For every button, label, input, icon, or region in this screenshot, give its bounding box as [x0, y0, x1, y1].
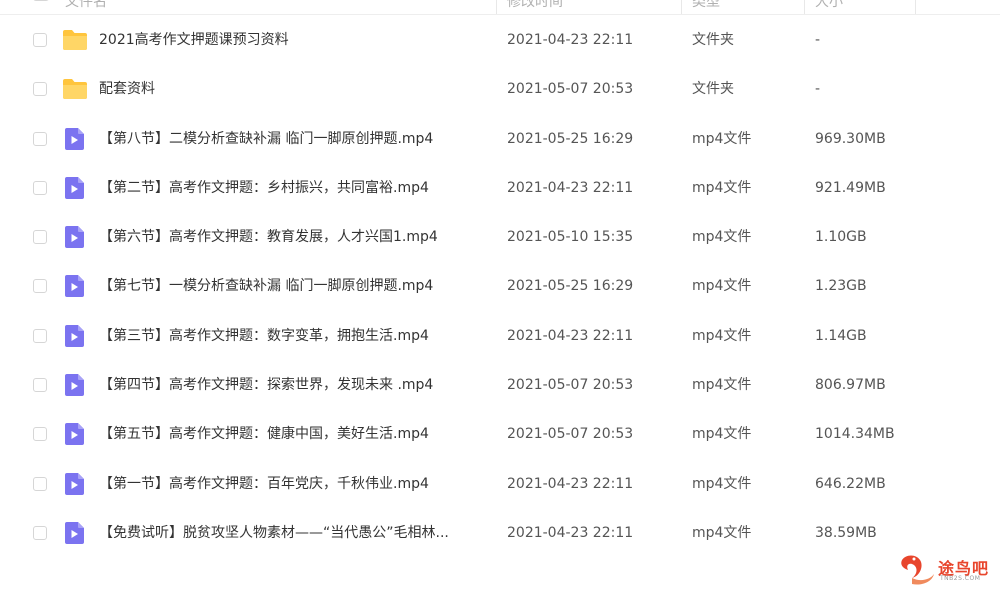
file-row[interactable]: 【第四节】高考作文押题：探索世界，发现未来 .mp4 2021-05-07 20:… [0, 361, 1000, 410]
file-name[interactable]: 【第二节】高考作文押题：乡村振兴，共同富裕.mp4 [99, 179, 494, 197]
file-row[interactable]: 2021高考作文押题课预习资料 2021-04-23 22:11 文件夹 - [0, 16, 1000, 65]
file-size: 1.14GB [815, 327, 867, 344]
column-header-size[interactable]: 大小 [815, 0, 843, 14]
column-divider[interactable] [915, 0, 916, 14]
file-row[interactable]: 【第八节】二模分析查缺补漏 临门一脚原创押题.mp4 2021-05-25 16:… [0, 115, 1000, 164]
row-checkbox[interactable] [33, 476, 47, 491]
file-list-page: 文件名 修改时间 类型 大小 2021高考作文押题课预习资料 2021-04-23… [0, 0, 1000, 591]
row-checkbox[interactable] [33, 230, 47, 245]
video-file-icon [62, 521, 88, 545]
file-name[interactable]: 【第六节】高考作文押题：教育发展，人才兴国1.mp4 [99, 228, 494, 246]
file-size: 1.10GB [815, 229, 867, 246]
file-size: 38.59MB [815, 524, 877, 541]
folder-icon [62, 77, 88, 101]
file-type: mp4文件 [692, 278, 752, 295]
folder-icon [62, 28, 88, 52]
video-file-icon [62, 274, 88, 298]
file-name[interactable]: 【免费试听】脱贫攻坚人物素材——“当代愚公”毛相林... [99, 524, 494, 542]
file-modified-time: 2021-05-07 20:53 [507, 81, 634, 98]
file-size: 921.49MB [815, 179, 886, 196]
video-file-icon [62, 176, 88, 200]
file-row[interactable]: 【第一节】高考作文押题：百年党庆，千秋伟业.mp4 2021-04-23 22:1… [0, 460, 1000, 509]
file-size: 646.22MB [815, 475, 886, 492]
row-checkbox[interactable] [33, 328, 47, 343]
file-name[interactable]: 【第四节】高考作文押题：探索世界，发现未来 .mp4 [99, 376, 494, 394]
video-file-icon [62, 127, 88, 151]
file-type: mp4文件 [692, 130, 752, 147]
file-size: 969.30MB [815, 130, 886, 147]
file-name[interactable]: 【第五节】高考作文押题：健康中国，美好生活.mp4 [99, 425, 494, 443]
file-modified-time: 2021-04-23 22:11 [507, 32, 634, 48]
file-row[interactable]: 【第六节】高考作文押题：教育发展，人才兴国1.mp4 2021-05-10 15:… [0, 213, 1000, 262]
file-name[interactable]: 2021高考作文押题课预习资料 [99, 31, 494, 49]
file-type: mp4文件 [692, 426, 752, 443]
file-size: - [815, 32, 821, 48]
file-row[interactable]: 【第五节】高考作文押题：健康中国，美好生活.mp4 2021-05-07 20:5… [0, 410, 1000, 459]
file-modified-time: 2021-04-23 22:11 [507, 524, 634, 541]
column-divider[interactable] [804, 0, 805, 14]
file-modified-time: 2021-05-25 16:29 [507, 278, 634, 295]
file-name[interactable]: 【第八节】二模分析查缺补漏 临门一脚原创押题.mp4 [99, 130, 494, 148]
video-file-icon [62, 472, 88, 496]
video-file-icon [62, 225, 88, 249]
row-checkbox[interactable] [33, 131, 47, 146]
row-checkbox[interactable] [33, 82, 47, 97]
watermark-bird-icon [901, 555, 934, 585]
select-all-checkbox[interactable] [33, 0, 49, 1]
file-row[interactable]: 【免费试听】脱贫攻坚人物素材——“当代愚公”毛相林... 2021-04-23 2… [0, 509, 1000, 558]
file-row[interactable]: 【第七节】一模分析查缺补漏 临门一脚原创押题.mp4 2021-05-25 16:… [0, 262, 1000, 311]
row-checkbox[interactable] [33, 279, 47, 294]
column-divider[interactable] [496, 0, 497, 14]
file-modified-time: 2021-05-25 16:29 [507, 130, 634, 147]
file-size: 1.23GB [815, 278, 867, 295]
file-name[interactable]: 【第一节】高考作文押题：百年党庆，千秋伟业.mp4 [99, 475, 494, 493]
column-header-modified[interactable]: 修改时间 [507, 0, 563, 14]
file-modified-time: 2021-04-23 22:11 [507, 475, 634, 492]
row-checkbox[interactable] [33, 33, 47, 47]
column-header-name[interactable]: 文件名 [65, 0, 107, 14]
column-divider[interactable] [681, 0, 682, 14]
file-row[interactable]: 配套资料 2021-05-07 20:53 文件夹 - [0, 65, 1000, 114]
file-type: mp4文件 [692, 229, 752, 246]
row-checkbox[interactable] [33, 427, 47, 442]
row-checkbox[interactable] [33, 525, 47, 540]
file-size: 1014.34MB [815, 426, 895, 443]
file-name[interactable]: 【第三节】高考作文押题：数字变革，拥抱生活.mp4 [99, 327, 494, 345]
file-type: mp4文件 [692, 524, 752, 541]
video-file-icon [62, 422, 88, 446]
row-checkbox[interactable] [33, 378, 47, 393]
file-type: mp4文件 [692, 327, 752, 344]
file-modified-time: 2021-05-10 15:35 [507, 229, 634, 246]
file-row[interactable]: 【第三节】高考作文押题：数字变革，拥抱生活.mp4 2021-04-23 22:1… [0, 312, 1000, 361]
video-file-icon [62, 324, 88, 348]
file-size: 806.97MB [815, 377, 886, 394]
file-modified-time: 2021-04-23 22:11 [507, 179, 634, 196]
watermark-subtitle: TNB2S.COM [940, 575, 981, 582]
file-list-header: 文件名 修改时间 类型 大小 [0, 0, 1000, 15]
file-modified-time: 2021-05-07 20:53 [507, 377, 634, 394]
file-list: 2021高考作文押题课预习资料 2021-04-23 22:11 文件夹 - 配套资料 2… [0, 16, 1000, 558]
file-type: mp4文件 [692, 475, 752, 492]
file-size: - [815, 81, 821, 98]
file-modified-time: 2021-05-07 20:53 [507, 426, 634, 443]
file-row[interactable]: 【第二节】高考作文押题：乡村振兴，共同富裕.mp4 2021-04-23 22:1… [0, 164, 1000, 213]
watermark-logo: 途鸟吧 TNB2S.COM [898, 552, 994, 586]
file-type: mp4文件 [692, 179, 752, 196]
file-name[interactable]: 【第七节】一模分析查缺补漏 临门一脚原创押题.mp4 [99, 277, 494, 295]
file-type: mp4文件 [692, 377, 752, 394]
file-modified-time: 2021-04-23 22:11 [507, 327, 634, 344]
file-name[interactable]: 配套资料 [99, 80, 494, 98]
column-header-type[interactable]: 类型 [692, 0, 720, 14]
file-type: 文件夹 [692, 81, 734, 98]
file-type: 文件夹 [692, 32, 734, 48]
video-file-icon [62, 373, 88, 397]
row-checkbox[interactable] [33, 180, 47, 195]
